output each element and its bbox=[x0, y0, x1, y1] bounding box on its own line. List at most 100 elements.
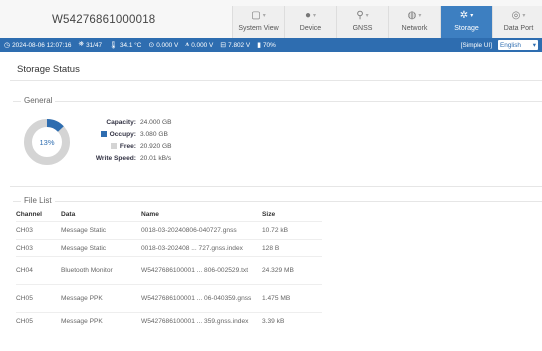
cell-channel: CH03 bbox=[16, 221, 61, 240]
tab-label: Storage bbox=[454, 25, 479, 32]
write-speed-label: Write Speed: bbox=[95, 154, 136, 162]
status-bar: ◷ 2024-08-06 12:07:16 ⛯ 31/47 🌡︎ 34.1 °C ⊙ 0… bbox=[0, 38, 542, 52]
table-row[interactable]: CH04 Bluetooth Monitor W5427686100001 ..… bbox=[16, 256, 322, 285]
free-value: 20.920 GB bbox=[140, 142, 172, 150]
column-header-size: Size bbox=[262, 211, 276, 218]
cell-size: 10.72 kB bbox=[262, 221, 322, 240]
status-temperature: 🌡︎ 34.1 °C bbox=[109, 41, 142, 50]
cell-size: 24.329 MB bbox=[262, 256, 322, 285]
tab-gnss[interactable]: ⚲ ▾ GNSS bbox=[336, 6, 388, 38]
battery-icon: ▮ bbox=[257, 42, 261, 49]
chevron-down-icon: ▾ bbox=[365, 13, 369, 19]
general-section: General bbox=[13, 96, 542, 105]
occupy-row: Occupy: 3.080 GB bbox=[72, 128, 172, 140]
chevron-down-icon: ▾ bbox=[470, 13, 474, 19]
occupy-value: 3.080 GB bbox=[140, 130, 168, 138]
chevron-down-icon: ▾ bbox=[522, 13, 526, 19]
cell-data: Bluetooth Monitor bbox=[61, 256, 141, 285]
cell-name: W5427686100001 ... 806-002529.txt bbox=[141, 256, 262, 285]
cell-name: 0018-03-202408 ... 727.gnss.index bbox=[141, 239, 262, 257]
tab-label: Data Port bbox=[503, 25, 534, 32]
cell-data: Message PPK bbox=[61, 284, 141, 313]
capacity-label: Capacity: bbox=[106, 118, 136, 126]
free-row: Free: 20.920 GB bbox=[72, 140, 172, 152]
column-header-channel: Channel bbox=[16, 211, 43, 218]
column-header-data: Data bbox=[61, 211, 76, 218]
tab-label: GNSS bbox=[352, 25, 373, 32]
table-row[interactable]: CH03 Message Static 0018-03-20240806-040… bbox=[16, 221, 322, 240]
status-voltage-battery: ⊟ 7.802 V bbox=[220, 41, 251, 50]
tab-label: Network bbox=[401, 25, 428, 32]
file-list-legend: File List bbox=[21, 196, 55, 205]
clock-icon: ◷ bbox=[4, 42, 11, 49]
tab-system-view[interactable]: ▢ ▾ System View bbox=[232, 6, 284, 38]
chevron-down-icon: ▾ bbox=[532, 42, 536, 49]
table-row[interactable]: CH05 Message PPK W5427686100001 ... 06-0… bbox=[16, 284, 322, 313]
general-legend: General bbox=[21, 96, 56, 105]
column-header-name: Name bbox=[141, 211, 159, 218]
usage-percent: 13% bbox=[39, 137, 55, 147]
occupy-swatch bbox=[100, 131, 107, 137]
write-speed-value: 20.01 kB/s bbox=[140, 154, 172, 162]
status-voltage-input: ⊙ 0.000 V bbox=[148, 41, 179, 50]
tab-device[interactable]: ● ▾ Device bbox=[284, 6, 336, 38]
capacity-row: Capacity: 24.000 GB bbox=[72, 116, 172, 128]
thermometer-icon: 🌡︎ bbox=[109, 42, 118, 49]
simple-ui-link[interactable]: [Simple UI] bbox=[461, 42, 492, 49]
page-title: Storage Status bbox=[17, 64, 80, 75]
storage-icon: ✲ bbox=[459, 10, 469, 21]
section-divider bbox=[10, 186, 542, 187]
chevron-down-icon: ▾ bbox=[262, 13, 266, 19]
tab-label: Device bbox=[299, 25, 322, 32]
free-label: Free: bbox=[119, 142, 136, 150]
main-tabs: ▢ ▾ System View ● ▾ Device ⚲ ▾ GNSS ◍ ▾ Netw… bbox=[232, 6, 542, 38]
cell-data: Message Static bbox=[61, 221, 141, 240]
status-satellites: ⛯ 31/47 bbox=[78, 41, 103, 49]
occupy-label: Occupy: bbox=[109, 130, 136, 138]
status-battery: ▮ 70% bbox=[257, 41, 276, 50]
status-current: ⩚ 0.000 V bbox=[185, 41, 214, 49]
status-datetime: ◷ 2024-08-06 12:07:16 bbox=[4, 41, 72, 50]
cell-size: 3.39 kB bbox=[262, 312, 322, 331]
storage-usage-donut: 13% bbox=[22, 117, 72, 167]
location-pin-icon: ⚲ bbox=[356, 10, 364, 21]
table-row[interactable]: CH05 Message PPK W5427686100001 ... 359.… bbox=[16, 312, 322, 331]
cell-size: 128 B bbox=[262, 239, 322, 257]
device-icon: ● bbox=[304, 10, 312, 21]
cell-channel: CH05 bbox=[16, 312, 61, 331]
satellite-icon: ⛯ bbox=[78, 41, 85, 48]
cell-size: 1.475 MB bbox=[262, 284, 322, 313]
cell-channel: CH03 bbox=[16, 239, 61, 257]
monitor-icon: ▢ bbox=[251, 10, 261, 21]
battery-voltage-icon: ⊟ bbox=[220, 42, 227, 49]
storage-info: Capacity: 24.000 GB Occupy: 3.080 GB Fre… bbox=[72, 116, 172, 164]
tab-storage[interactable]: ✲ ▾ Storage bbox=[440, 6, 492, 38]
cell-name: 0018-03-20240806-040727.gnss bbox=[141, 221, 262, 240]
chevron-down-icon: ▾ bbox=[418, 13, 422, 19]
write-speed-row: Write Speed: 20.01 kB/s bbox=[72, 152, 172, 164]
data-port-icon: ◎ bbox=[511, 10, 521, 21]
cell-channel: CH04 bbox=[16, 256, 61, 285]
tab-label: System View bbox=[238, 25, 279, 32]
file-list-table: Channel Data Name Size CH03 Message Stat… bbox=[16, 208, 322, 331]
cell-data: Message Static bbox=[61, 239, 141, 257]
language-select[interactable]: English ▾ bbox=[498, 40, 538, 50]
globe-icon: ◍ bbox=[407, 10, 417, 21]
device-id: W54276861000018 bbox=[52, 14, 156, 26]
app-header: W54276861000018 ▢ ▾ System View ● ▾ Device… bbox=[0, 0, 542, 39]
table-header-row: Channel Data Name Size bbox=[16, 208, 322, 222]
capacity-value: 24.000 GB bbox=[140, 118, 172, 126]
power-icon: ⊙ bbox=[148, 42, 155, 49]
chevron-down-icon: ▾ bbox=[313, 13, 317, 19]
cell-data: Message PPK bbox=[61, 312, 141, 331]
plug-icon: ⩚ bbox=[185, 41, 190, 48]
table-row[interactable]: CH03 Message Static 0018-03-202408 ... 7… bbox=[16, 239, 322, 257]
tab-data-port[interactable]: ◎ ▾ Data Port bbox=[492, 6, 542, 38]
tab-network[interactable]: ◍ ▾ Network bbox=[388, 6, 440, 38]
cell-name: W5427686100001 ... 359.gnss.index bbox=[141, 312, 262, 331]
language-value: English bbox=[500, 41, 521, 49]
free-swatch bbox=[110, 143, 117, 149]
cell-name: W5427686100001 ... 06-040359.gnss bbox=[141, 284, 262, 313]
file-list-section: File List bbox=[13, 196, 542, 205]
title-divider bbox=[10, 80, 542, 81]
